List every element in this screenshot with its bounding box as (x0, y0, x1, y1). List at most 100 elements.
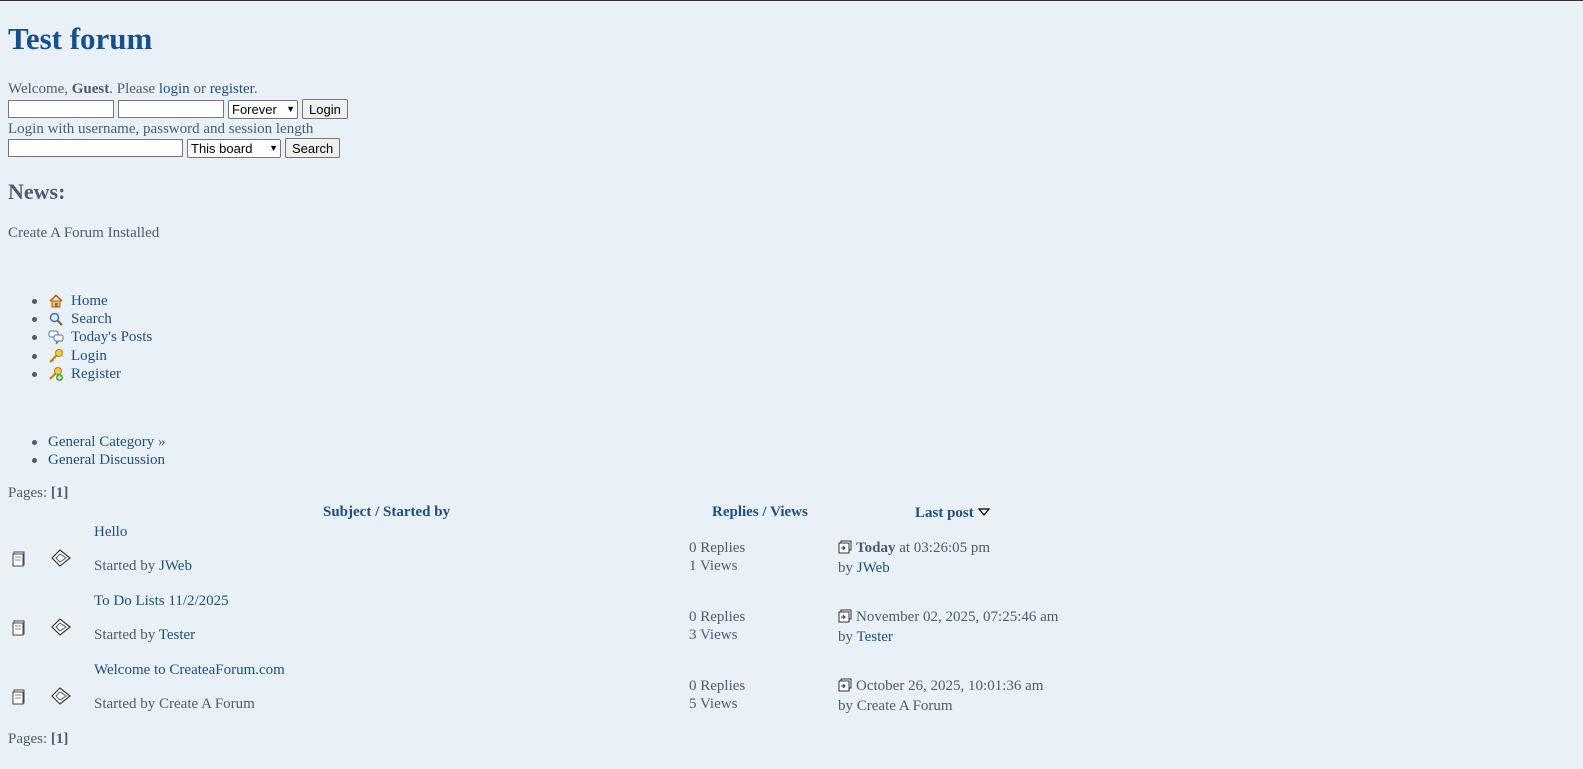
menu-label-todays-posts[interactable]: Today's Posts (71, 328, 152, 346)
started-by-label: Started by (94, 558, 159, 574)
login-form: Forever ▼ Login (8, 99, 348, 119)
sort-desc-icon[interactable] (977, 503, 990, 521)
main-menu: Home Search Today's Posts Login Register (0, 292, 152, 383)
chevron-down-icon: ▼ (286, 104, 295, 114)
last-post-today: Today (856, 540, 896, 556)
topic-subject-link[interactable]: Welcome to CreateaForum.com (94, 661, 285, 679)
pages-label: Pages: (8, 731, 51, 747)
login-hint: Login with username, password and sessio… (8, 121, 314, 137)
breadcrumb-category-link[interactable]: General Category (48, 434, 154, 450)
search-icon (48, 311, 64, 327)
last-post-info: Today at 03:26:05 pm by JWeb (838, 540, 990, 577)
starter-name: Create A Forum (159, 696, 255, 712)
breadcrumb-separator: » (154, 434, 166, 450)
news-text: Create A Forum Installed (8, 225, 160, 241)
last-post-time: at 03:26:05 pm (895, 540, 991, 556)
search-button[interactable]: Search (285, 138, 341, 158)
current-page: [1] (50, 731, 69, 747)
menu-label-search[interactable]: Search (71, 310, 112, 328)
last-by-label: by (838, 628, 857, 645)
last-post-icon[interactable] (838, 540, 852, 560)
topic-page-icon (12, 620, 26, 641)
last-post-time: October 26, 2025, 10:01:36 am (856, 678, 1044, 694)
topic-row: Welcome to CreateaForum.com Started by C… (0, 661, 1100, 730)
menu-item-login[interactable]: Login (31, 347, 152, 365)
views-count: 5 Views (689, 695, 738, 712)
search-scope-select[interactable]: This board ▼ (187, 138, 281, 158)
login-link[interactable]: login (159, 81, 190, 97)
header-slash-2: / (758, 504, 771, 520)
last-poster-link[interactable]: Tester (856, 629, 892, 645)
replies-count: 0 Replies (689, 609, 746, 625)
sort-by-starter[interactable]: Started by (383, 504, 450, 520)
header-last-post: Last post (915, 503, 990, 522)
welcome-or: or (189, 81, 210, 97)
chevron-down-icon: ▼ (269, 143, 278, 153)
topic-page-icon (12, 689, 26, 710)
home-icon (48, 293, 64, 309)
last-poster-name: Create A Forum (856, 697, 953, 714)
menu-label-home[interactable]: Home (71, 292, 108, 310)
breadcrumb-board-link[interactable]: General Discussion (48, 452, 165, 468)
last-post-icon[interactable] (838, 609, 852, 629)
topic-type-icon (50, 617, 72, 642)
header-replies-views: Replies / Views (712, 503, 808, 521)
session-length-value: Forever (232, 101, 277, 117)
last-post-info: November 02, 2025, 07:25:46 am by Tester (838, 609, 1058, 646)
views-count: 3 Views (689, 626, 738, 643)
topic-stats: 0 Replies 3 Views (689, 609, 745, 644)
views-count: 1 Views (689, 557, 738, 574)
sort-by-last-post[interactable]: Last post (915, 505, 974, 521)
welcome-middle: . Please (109, 81, 159, 97)
pagination-top: Pages: [1] (8, 484, 68, 502)
last-by-label: by (838, 697, 857, 714)
replies-count: 0 Replies (689, 678, 746, 694)
topic-type-icon (50, 548, 72, 573)
sort-by-replies[interactable]: Replies (712, 504, 759, 520)
menu-label-register[interactable]: Register (71, 365, 121, 383)
welcome-prefix: Welcome, (8, 81, 72, 97)
pagination-bottom: Pages: [1] (8, 730, 68, 748)
session-length-select[interactable]: Forever ▼ (228, 99, 298, 119)
last-post-time: November 02, 2025, 07:25:46 am (856, 609, 1059, 625)
starter-link[interactable]: JWeb (159, 558, 192, 574)
menu-item-register[interactable]: Register (31, 365, 152, 383)
breadcrumb: General Category » General Discussion (0, 433, 165, 469)
sort-by-views[interactable]: Views (770, 504, 808, 520)
topic-page-icon (12, 551, 26, 572)
search-form: This board ▼ Search (8, 138, 341, 158)
last-poster-link[interactable]: JWeb (857, 560, 890, 576)
register-link[interactable]: register (210, 81, 254, 97)
password-input[interactable] (118, 100, 224, 118)
menu-item-search[interactable]: Search (31, 310, 152, 328)
menu-label-login[interactable]: Login (71, 347, 107, 365)
topic-subject-link[interactable]: Hello (94, 523, 127, 541)
login-button[interactable]: Login (302, 99, 348, 119)
last-by-label: by (838, 559, 857, 576)
topic-type-icon (50, 686, 72, 711)
header-slash-1: / (371, 504, 384, 520)
topic-stats: 0 Replies 5 Views (689, 678, 745, 713)
breadcrumb-category: General Category » (31, 433, 166, 451)
menu-item-home[interactable]: Home (31, 292, 152, 310)
breadcrumb-board: General Discussion (31, 451, 165, 469)
search-input[interactable] (8, 139, 183, 157)
started-by-label: Started by (94, 696, 159, 712)
topic-starter: Started by Create A Forum (94, 695, 255, 713)
replies-count: 0 Replies (689, 540, 746, 556)
menu-item-todays-posts[interactable]: Today's Posts (31, 328, 152, 346)
news-heading: News: (8, 179, 66, 204)
forum-title[interactable]: Test forum (8, 21, 152, 57)
header-subject: Subject / Started by (323, 503, 450, 521)
last-post-icon[interactable] (838, 678, 852, 698)
topic-starter: Started by JWeb (94, 557, 192, 575)
sort-by-subject[interactable]: Subject (323, 504, 371, 520)
starter-link[interactable]: Tester (159, 627, 195, 643)
guest-username: Guest (71, 81, 110, 97)
topic-subject-link[interactable]: To Do Lists 11/2/2025 (94, 592, 229, 610)
username-input[interactable] (8, 100, 114, 118)
topic-stats: 0 Replies 1 Views (689, 540, 745, 575)
current-page: [1] (50, 485, 69, 501)
key-icon (48, 348, 64, 364)
search-scope-value: This board (191, 140, 253, 156)
